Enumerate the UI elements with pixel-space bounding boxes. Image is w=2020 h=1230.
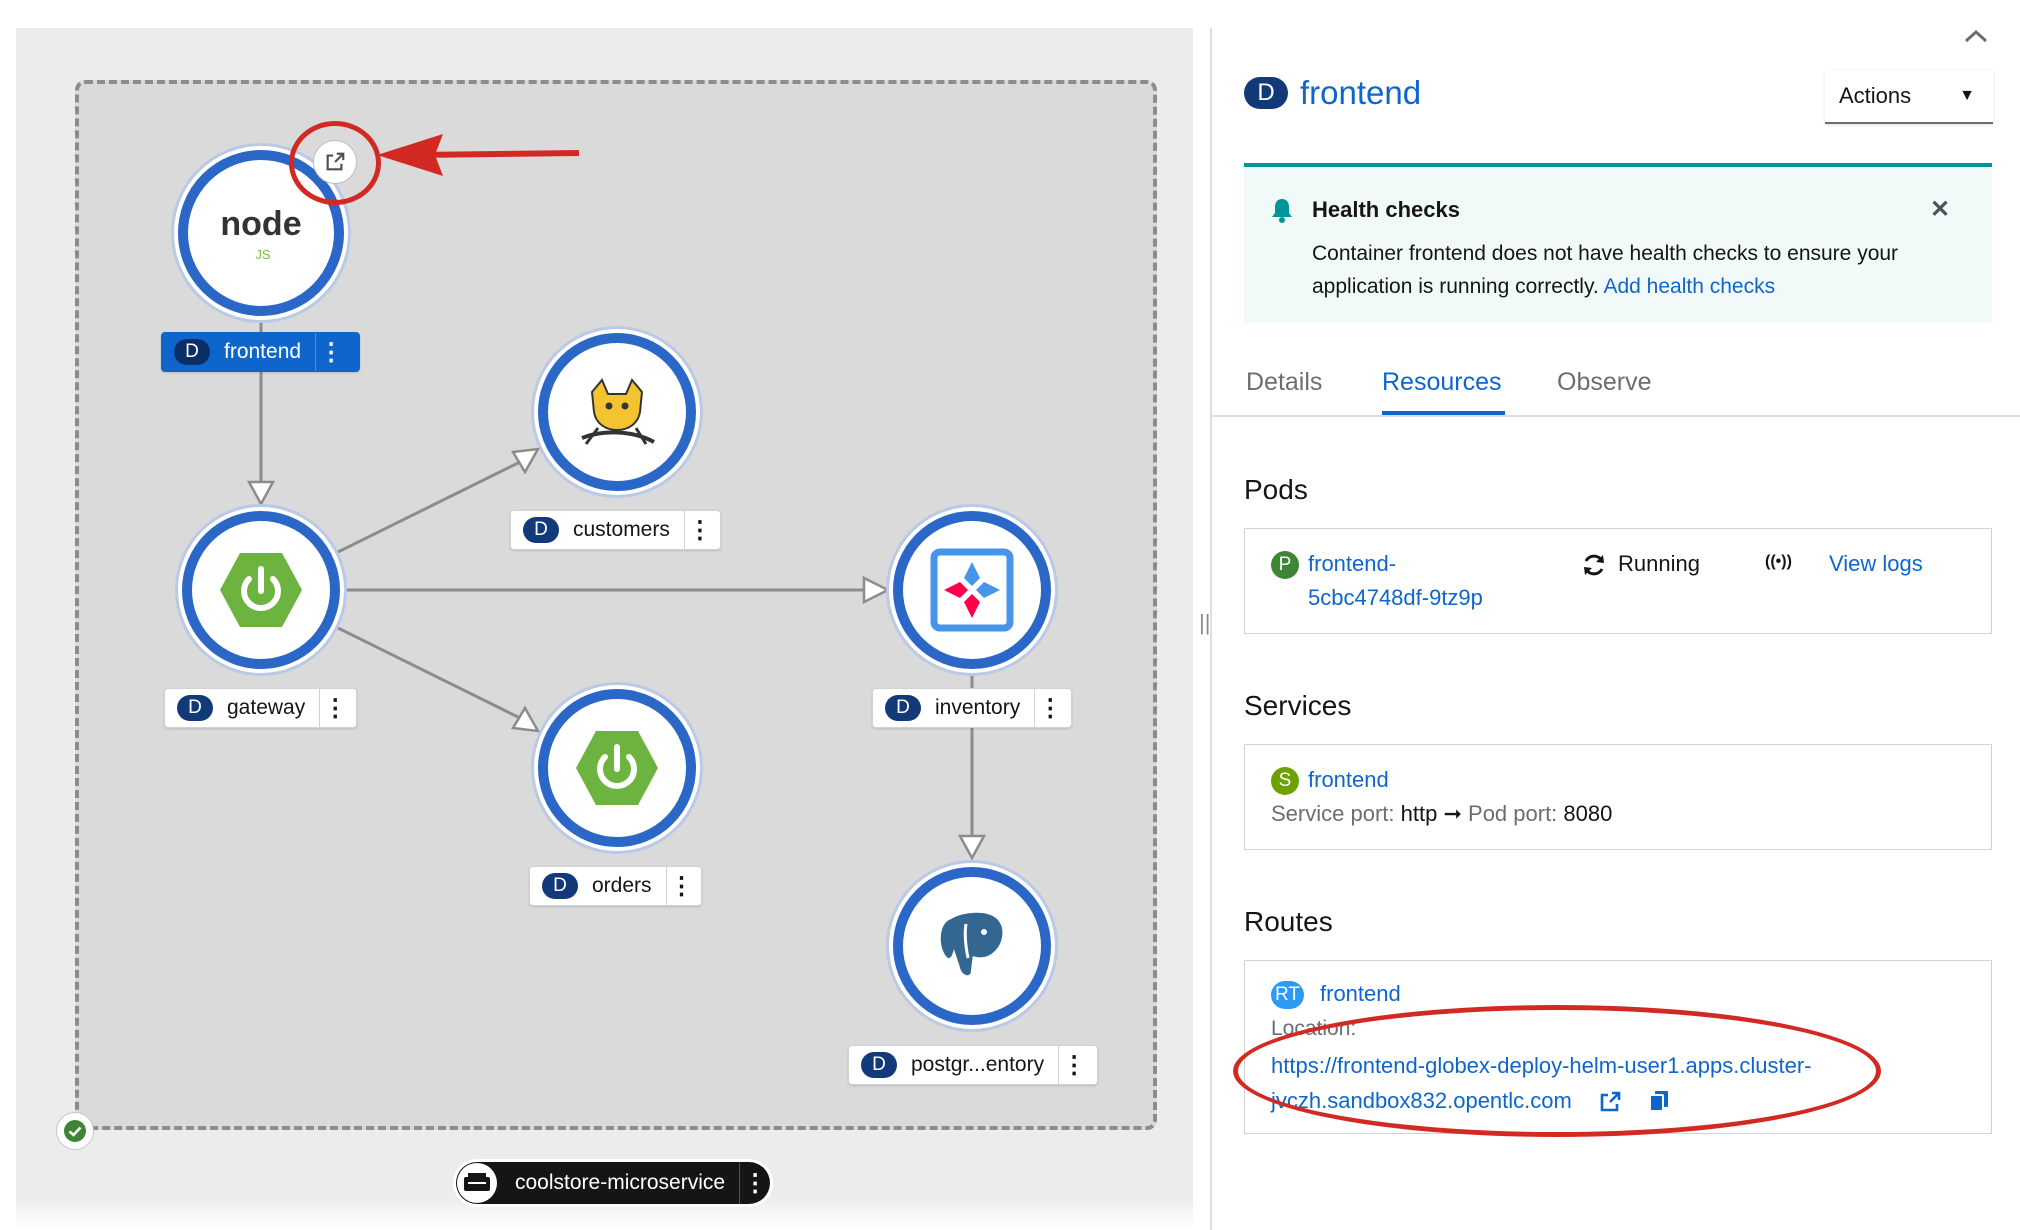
bell-icon <box>1272 199 1292 223</box>
quarkus-icon <box>930 548 1014 632</box>
tab-resources[interactable]: Resources <box>1382 368 1502 397</box>
arrowhead-gateway <box>246 480 276 507</box>
node-name: gateway <box>227 696 306 719</box>
node-name: inventory <box>935 696 1021 719</box>
nodejs-icon: node JS <box>220 205 301 262</box>
node-name: customers <box>573 518 670 541</box>
actions-dropdown[interactable]: Actions ▼ <box>1825 70 1993 124</box>
arrowhead-postgres <box>957 834 987 861</box>
pod-name-line2[interactable]: 5cbc4748df-9tz9p <box>1308 585 1483 611</box>
tab-details[interactable]: Details <box>1246 368 1322 397</box>
route-name-link[interactable]: frontend <box>1320 981 1401 1007</box>
node-label-gateway[interactable]: D gateway ⋮ <box>164 688 357 728</box>
sync-icon <box>1584 554 1604 576</box>
caret-down-icon: ▼ <box>1959 87 1975 104</box>
node-label-postgresql[interactable]: D postgr...entory ⋮ <box>848 1045 1098 1085</box>
deployment-badge: D <box>523 517 559 543</box>
kebab-menu-icon[interactable]: ⋮ <box>1034 689 1065 727</box>
deployment-badge: D <box>177 695 213 721</box>
node-name: frontend <box>224 340 302 363</box>
tabs-divider <box>1212 415 2020 417</box>
deployment-badge: D <box>861 1052 897 1078</box>
panel-title: D frontend <box>1244 74 1421 112</box>
kebab-menu-icon[interactable]: ⋮ <box>315 333 346 371</box>
postgresql-icon <box>937 909 1006 979</box>
kebab-menu-icon[interactable]: ⋮ <box>665 867 697 905</box>
close-icon[interactable]: ✕ <box>1930 195 1950 224</box>
node-customers[interactable] <box>538 333 696 491</box>
arrow-right-icon: ➞ <box>1443 801 1462 826</box>
health-checks-alert: Health checks Container frontend does no… <box>1244 163 1992 323</box>
pod-status: Running <box>1618 551 1700 576</box>
arrowhead-customers <box>510 447 541 475</box>
deployment-badge: D <box>1244 77 1288 109</box>
node-inventory[interactable] <box>893 511 1051 669</box>
service-name-link[interactable]: frontend <box>1308 767 1389 793</box>
nodejs-logo-sub: JS <box>255 247 271 262</box>
annotation-ellipse <box>1233 1005 1881 1137</box>
tab-observe[interactable]: Observe <box>1557 368 1651 397</box>
kebab-menu-icon[interactable]: ⋮ <box>319 689 350 727</box>
edge-gateway-customers <box>337 460 521 554</box>
spring-boot-icon <box>576 731 658 805</box>
service-port-row: Service port: http ➞ Pod port: 8080 <box>1271 801 1613 826</box>
routes-heading: Routes <box>1244 906 1333 937</box>
node-label-frontend[interactable]: D frontend ⋮ <box>161 332 360 372</box>
alert-body: Container frontend does not have health … <box>1312 242 1899 298</box>
application-group-icon <box>464 1173 490 1191</box>
services-heading: Services <box>1244 690 1352 721</box>
node-postgresql[interactable] <box>893 867 1051 1025</box>
add-health-checks-link[interactable]: Add health checks <box>1603 275 1775 298</box>
spring-boot-icon <box>220 553 302 627</box>
resize-handle[interactable]: || <box>1199 610 1210 636</box>
edge-gateway-orders <box>337 626 521 720</box>
build-status-check-icon[interactable] <box>56 1112 94 1150</box>
view-logs-link[interactable]: View logs <box>1829 551 1923 577</box>
deployment-badge: D <box>174 339 210 365</box>
node-orders[interactable] <box>538 689 696 847</box>
arrowhead-inventory <box>862 575 891 605</box>
application-icon <box>457 1163 497 1203</box>
panel-title-text[interactable]: frontend <box>1300 74 1421 112</box>
actions-label: Actions <box>1839 83 1912 108</box>
node-name: postgr...entory <box>911 1053 1045 1076</box>
annotation-arrow <box>377 134 580 176</box>
deployment-badge: D <box>885 695 921 721</box>
kebab-menu-icon[interactable]: ⋮ <box>683 511 715 549</box>
pods-card: P frontend- 5cbc4748df-9tz9p Running ((•… <box>1244 528 1992 634</box>
services-card: S frontend Service port: http ➞ Pod port… <box>1244 744 1992 850</box>
pod-badge: P <box>1271 551 1299 579</box>
node-name: orders <box>592 874 652 897</box>
node-label-orders[interactable]: D orders ⋮ <box>529 866 702 906</box>
kebab-menu-icon[interactable]: ⋮ <box>739 1162 770 1204</box>
application-label[interactable]: coolstore-microservice ⋮ <box>456 1162 771 1204</box>
kebab-menu-icon[interactable]: ⋮ <box>1058 1046 1089 1084</box>
alert-title: Health checks <box>1312 197 1460 222</box>
node-label-customers[interactable]: D customers ⋮ <box>510 510 721 550</box>
tomcat-icon <box>581 378 655 445</box>
route-badge: RT <box>1271 981 1304 1009</box>
annotation-circle <box>289 121 381 205</box>
chevron-up-icon[interactable] <box>1963 18 1989 52</box>
application-name: coolstore-microservice <box>515 1171 726 1194</box>
node-gateway[interactable] <box>182 511 340 669</box>
service-badge: S <box>1271 767 1299 795</box>
deployment-badge: D <box>542 873 578 899</box>
pod-name-line1[interactable]: frontend- <box>1308 551 1396 577</box>
node-label-inventory[interactable]: D inventory ⋮ <box>872 688 1072 728</box>
check-circle-icon <box>64 1120 86 1142</box>
pods-heading: Pods <box>1244 474 1308 505</box>
broadcast-icon: ((•)) <box>1765 553 1792 570</box>
arrowhead-orders <box>510 705 541 733</box>
